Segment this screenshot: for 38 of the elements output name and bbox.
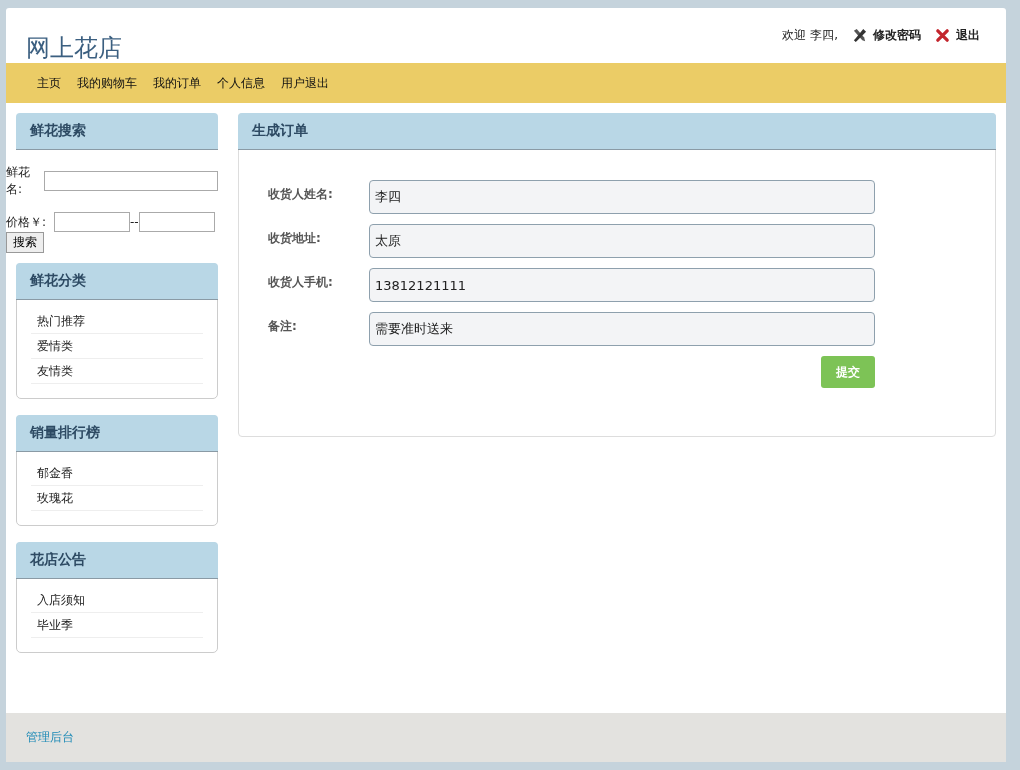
user-link[interactable]: 退出 [956, 26, 980, 44]
nav-link[interactable]: 用户退出 [281, 74, 329, 92]
name-input[interactable] [44, 171, 218, 191]
field-label: 鲜花名: [6, 164, 31, 198]
price-input[interactable] [54, 212, 130, 232]
range-separator: -- [130, 215, 139, 229]
welcome-text: 欢迎 李四, [782, 26, 838, 44]
list-link[interactable]: 玫瑰花 [37, 489, 73, 507]
panel-title: 花店公告 [30, 551, 86, 569]
field-label: 备注: [268, 318, 298, 335]
list-link[interactable]: 入店须知 [37, 591, 85, 609]
nav-link[interactable]: 个人信息 [217, 74, 265, 92]
site-title: 网上花店 [25, 33, 122, 63]
nav-link[interactable]: 我的购物车 [77, 74, 137, 92]
close-icon [935, 27, 950, 43]
panel-title: 鲜花分类 [30, 272, 86, 290]
field-label: 收货人手机: [268, 274, 334, 291]
list-link[interactable]: 热门推荐 [37, 312, 85, 330]
input-field[interactable]: 13812121111 [369, 268, 875, 302]
panel-title: 销量排行榜 [30, 424, 100, 442]
field-label: 价格￥: [6, 213, 48, 231]
price-input[interactable] [138, 212, 215, 232]
input-field[interactable]: 需要准时送来 [369, 312, 875, 346]
input-field[interactable]: 太原 [369, 224, 875, 258]
tools-icon [852, 27, 867, 43]
user-link[interactable]: 修改密码 [873, 26, 921, 44]
panel-title: 鲜花搜索 [30, 122, 86, 140]
panel-title: 生成订单 [252, 122, 308, 140]
nav-link[interactable]: 主页 [37, 74, 61, 92]
field-label: 收货人姓名: [268, 186, 334, 203]
input-field[interactable]: 李四 [369, 180, 875, 214]
field-label: 收货地址: [268, 230, 322, 247]
nav-link[interactable]: 我的订单 [153, 74, 201, 92]
list-link[interactable]: 郁金香 [37, 464, 73, 482]
search-button[interactable]: 搜索 [6, 232, 44, 253]
list-link[interactable]: 毕业季 [37, 616, 73, 634]
list-link[interactable]: 友情类 [37, 362, 73, 380]
list-link[interactable]: 爱情类 [37, 337, 73, 355]
